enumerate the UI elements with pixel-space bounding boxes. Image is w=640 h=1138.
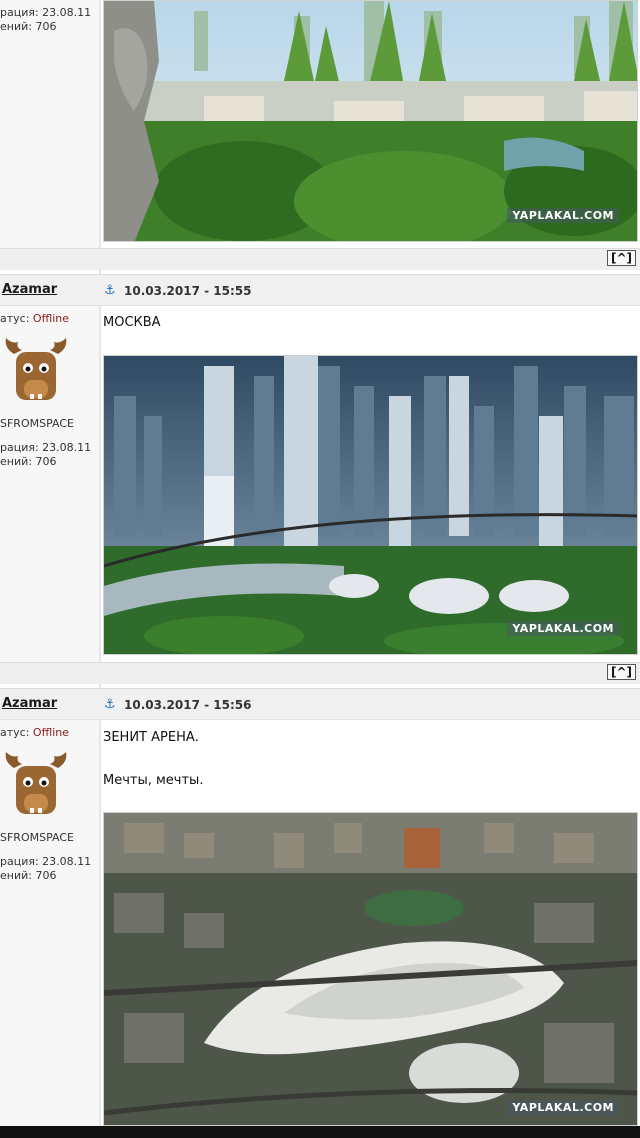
moose-avatar-icon [5, 752, 67, 814]
image-watermark: YAPLAKAL.COM [507, 208, 619, 223]
post-image-paris[interactable]: YAPLAKAL.COM [103, 0, 638, 242]
scroll-to-top-button[interactable]: [^] [606, 664, 636, 680]
status-line: атус: Offline [0, 312, 69, 326]
moose-avatar-icon [5, 338, 67, 400]
status-label: атус: [0, 312, 30, 325]
user-group: SFROMSPACE [0, 417, 74, 430]
image-watermark: YAPLAKAL.COM [507, 1100, 619, 1115]
post-datetime: ⚓ 10.03.2017 - 15:56 [104, 698, 251, 712]
reg-date: рация: 23.08.11 [0, 441, 92, 454]
scroll-to-top-button[interactable]: [^] [606, 250, 636, 266]
post-body-text: ЗЕНИТ АРЕНА. [103, 730, 199, 745]
anchor-icon[interactable]: ⚓ [104, 284, 116, 297]
post-body-text: МОСКВА [103, 315, 161, 330]
post-image-stadium[interactable]: YAPLAKAL.COM [103, 812, 638, 1126]
author-link[interactable]: Azamar [2, 282, 57, 297]
profile-column-top [0, 0, 100, 248]
author-link[interactable]: Azamar [2, 696, 57, 711]
post-timestamp: 10.03.2017 - 15:56 [124, 698, 252, 712]
status-value: Offline [32, 312, 70, 325]
anchor-icon[interactable]: ⚓ [104, 698, 116, 711]
reg-date: рация: 23.08.11 [0, 6, 92, 19]
user-group: SFROMSPACE [0, 831, 74, 844]
post-datetime: ⚓ 10.03.2017 - 15:55 [104, 284, 251, 298]
reg-date: рация: 23.08.11 [0, 855, 92, 868]
post-count: ений: 706 [0, 455, 57, 468]
post-footer [0, 662, 640, 684]
status-label: атус: [0, 726, 30, 739]
post-image-moscow[interactable]: YAPLAKAL.COM [103, 355, 638, 655]
post-count: ений: 706 [0, 20, 57, 33]
column-divider [99, 0, 101, 1138]
status-line: атус: Offline [0, 726, 69, 740]
post-body-text: Мечты, мечты. [103, 773, 204, 788]
system-navigation-bar [0, 1126, 640, 1138]
post-timestamp: 10.03.2017 - 15:55 [124, 284, 252, 298]
stadium-illustration [104, 813, 637, 1125]
image-watermark: YAPLAKAL.COM [507, 621, 619, 636]
moscow-city-illustration [104, 356, 637, 654]
status-value: Offline [32, 726, 70, 739]
post-header [0, 688, 640, 720]
post-footer [0, 248, 640, 270]
post-header [0, 274, 640, 306]
post-count: ений: 706 [0, 869, 57, 882]
paris-city-illustration [104, 1, 637, 241]
